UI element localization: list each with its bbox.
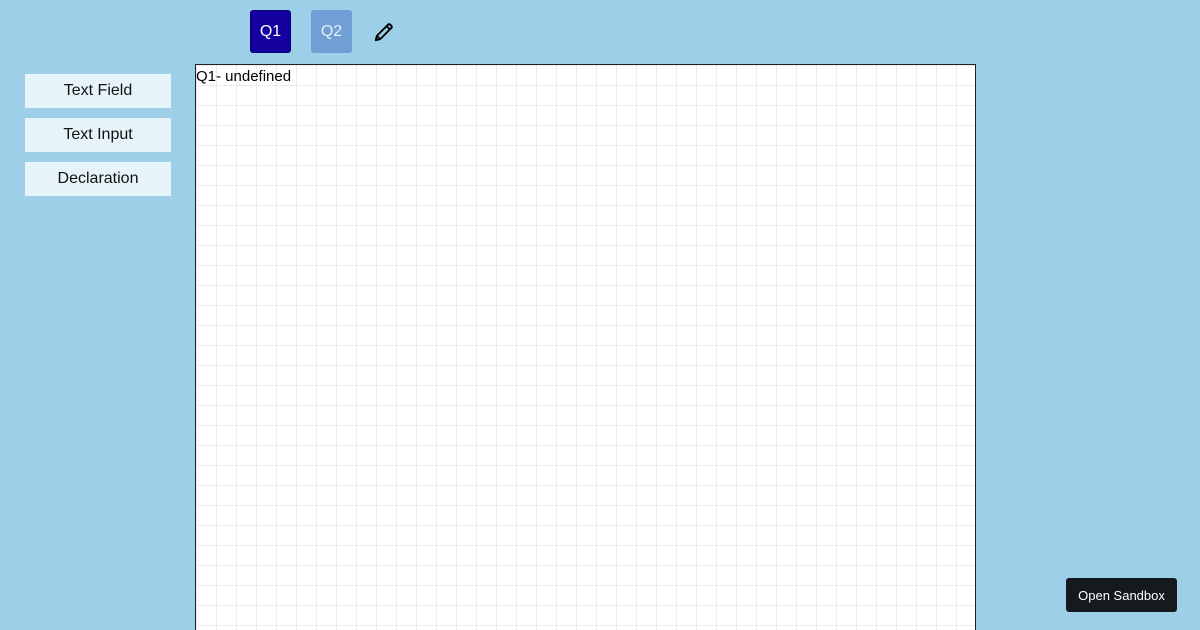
design-canvas[interactable]: Q1- undefined: [195, 64, 976, 630]
open-sandbox-button[interactable]: Open Sandbox: [1066, 578, 1177, 612]
pencil-icon[interactable]: [371, 19, 397, 45]
question-tabs: Q1 Q2: [250, 10, 397, 53]
tab-q2[interactable]: Q2: [311, 10, 352, 53]
text-field-button[interactable]: Text Field: [25, 74, 171, 108]
text-input-button[interactable]: Text Input: [25, 118, 171, 152]
canvas-title: Q1- undefined: [196, 68, 292, 85]
component-sidebar: Text Field Text Input Declaration: [25, 74, 171, 206]
pencil-icon-graphic: [374, 22, 393, 41]
declaration-button[interactable]: Declaration: [25, 162, 171, 196]
tab-q1[interactable]: Q1: [250, 10, 291, 53]
